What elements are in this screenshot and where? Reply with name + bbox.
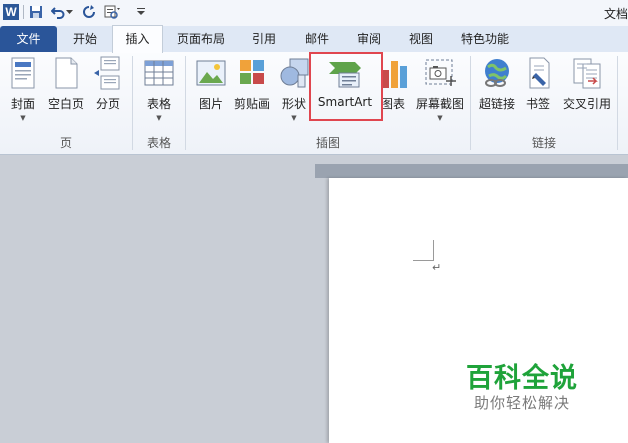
- hyperlink-button[interactable]: 超链接: [476, 56, 518, 112]
- blank-page-button[interactable]: 空白页: [46, 56, 86, 112]
- word-app-icon[interactable]: W: [3, 4, 19, 20]
- shapes-label: 形状: [281, 97, 306, 111]
- group-separator: [470, 56, 471, 150]
- tab-page-layout[interactable]: 页面布局: [166, 26, 236, 52]
- screenshot-button[interactable]: 屏幕截图 ▼: [412, 56, 468, 122]
- customize-qat-icon[interactable]: [136, 4, 146, 20]
- screenshot-label: 屏幕截图: [415, 97, 464, 111]
- paragraph-mark: ↵: [432, 261, 442, 274]
- tab-references[interactable]: 引用: [241, 26, 287, 52]
- group-label-pages: 页: [59, 136, 72, 150]
- qat-separator: [23, 5, 24, 19]
- page-top-shadow: [315, 164, 628, 178]
- cover-page-icon: [11, 57, 35, 89]
- bookmark-icon: [529, 57, 550, 89]
- tab-view[interactable]: 视图: [398, 26, 444, 52]
- ribbon-tab-bar: 文件 开始 插入 页面布局 引用 邮件 审阅 视图 特色功能: [0, 25, 628, 53]
- save-icon[interactable]: [28, 4, 44, 20]
- tab-mailings[interactable]: 邮件: [294, 26, 340, 52]
- clipart-button[interactable]: 剪贴画: [232, 56, 272, 112]
- cover-page-button[interactable]: 封面 ▼: [6, 56, 40, 122]
- watermark-subtitle: 助你轻松解决: [474, 394, 571, 412]
- page-break-label: 分页: [95, 97, 120, 111]
- print-preview-icon[interactable]: [102, 4, 122, 20]
- redo-icon[interactable]: [81, 4, 97, 20]
- screenshot-icon: [425, 59, 456, 86]
- blank-page-icon: [55, 57, 78, 89]
- page-break-icon: [94, 56, 120, 90]
- table-dropdown-icon: ▼: [156, 114, 162, 122]
- shapes-icon: [280, 58, 309, 88]
- picture-label: 图片: [198, 97, 223, 111]
- smartart-label: SmartArt: [317, 95, 373, 109]
- picture-icon: [196, 60, 226, 86]
- chart-label: 图表: [380, 97, 405, 111]
- shapes-button[interactable]: 形状 ▼: [278, 56, 310, 122]
- crop-mark-vertical: [433, 240, 434, 261]
- group-label-links: 链接: [531, 136, 556, 150]
- smartart-button[interactable]: SmartArt: [313, 56, 377, 109]
- cross-reference-icon: [573, 58, 601, 89]
- tab-insert[interactable]: 插入: [112, 25, 163, 53]
- crop-mark-horizontal: [413, 260, 434, 261]
- chart-button[interactable]: 图表: [378, 56, 408, 112]
- clipart-icon: [240, 60, 264, 84]
- group-label-illustrations: 插图: [315, 136, 340, 150]
- blank-page-label: 空白页: [47, 97, 84, 111]
- screenshot-dropdown-icon: ▼: [437, 114, 443, 122]
- shapes-dropdown-icon: ▼: [291, 114, 297, 122]
- bookmark-label: 书签: [525, 97, 550, 111]
- tab-review[interactable]: 审阅: [346, 26, 392, 52]
- cross-reference-label: 交叉引用: [562, 97, 611, 111]
- bookmark-button[interactable]: 书签: [522, 56, 554, 112]
- hyperlink-icon: [485, 59, 509, 87]
- cover-page-dropdown-icon: ▼: [20, 114, 26, 122]
- quick-access-toolbar: W 文档: [0, 0, 628, 26]
- table-icon: [144, 60, 174, 86]
- clipart-label: 剪贴画: [233, 97, 270, 111]
- page-break-button[interactable]: 分页: [92, 56, 124, 112]
- cross-reference-button[interactable]: 交叉引用: [560, 56, 614, 112]
- group-separator: [132, 56, 133, 150]
- chart-icon: [382, 61, 407, 88]
- picture-button[interactable]: 图片: [194, 56, 228, 112]
- window-title: 文档: [603, 7, 628, 21]
- tab-home[interactable]: 开始: [60, 26, 110, 52]
- watermark-title: 百科全说: [466, 363, 578, 394]
- tab-special-features[interactable]: 特色功能: [452, 26, 518, 52]
- hyperlink-label: 超链接: [478, 97, 515, 111]
- undo-dropdown-icon[interactable]: [64, 4, 74, 20]
- group-separator: [617, 56, 618, 150]
- ribbon-insert-panel: 封面 ▼ 空白页 分页 页 表格 ▼ 表格 图片 剪贴画 形状 ▼ SmartA…: [0, 52, 628, 155]
- cover-page-label: 封面: [10, 97, 35, 111]
- tab-file[interactable]: 文件: [0, 26, 57, 52]
- smartart-icon: [329, 62, 361, 88]
- table-label: 表格: [146, 97, 171, 111]
- group-label-tables: 表格: [146, 136, 171, 150]
- table-button[interactable]: 表格 ▼: [142, 56, 176, 122]
